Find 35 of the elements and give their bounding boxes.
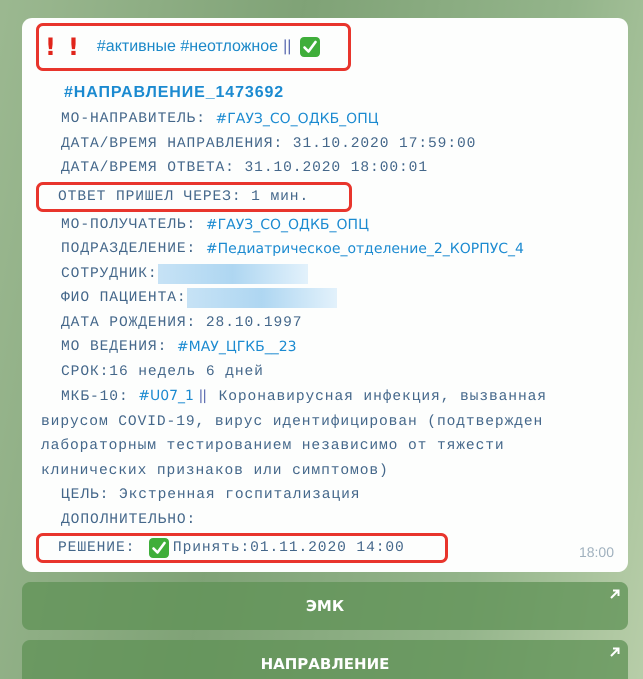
field-value: 1 мин. (251, 188, 310, 206)
hashtag-link[interactable]: #U07_1 (138, 388, 194, 404)
hashtag-link[interactable]: #МАУ_ЦГКБ__23 (176, 335, 297, 360)
field-value: 28.10.1997 (206, 314, 302, 332)
field-value: 16 недель 6 дней (109, 362, 264, 382)
field-label: ДОПОЛНИТЕЛЬНО: (61, 510, 196, 530)
field-label: ЦЕЛЬ: (61, 486, 110, 505)
field-label: ПОДРАЗДЕЛЕНИЕ: (61, 240, 198, 259)
separator: || (283, 37, 292, 57)
field-label: ФИО ПАЦИЕНТА: (61, 289, 187, 308)
field-label: ДАТА/ВРЕМЯ ОТВЕТА: (61, 159, 236, 178)
hashtag-link[interactable]: #ГАУЗ_СО_ОДКБ_ОПЦ (216, 107, 379, 132)
diagnosis-text: МКБ-10: #U07_1 || Коронавирусная инфекция, вызванная вирусом COVID-19, вирус идентифицирован (подтвержден лабораторным тестированием независимо от тяжести клинических признаков или симптомов) (41, 387, 548, 480)
field-label: МО-ПОЛУЧАТЕЛЬ: (61, 216, 198, 234)
keyboard-button[interactable]: ЭМК (22, 582, 628, 630)
alert-mark: ! (68, 32, 79, 63)
alert-mark: ! (45, 32, 56, 63)
message-time: 18:00 (578, 544, 614, 560)
field-label: ДАТА/ВРЕМЯ НАПРАВЛЕНИЯ: (61, 134, 284, 154)
hashtag-link[interactable]: #Педиатрическое_отделение_2_КОРПУС_4 (206, 237, 524, 262)
hashtag-link[interactable]: #активные #неотложное (96, 28, 278, 66)
hashtag-link[interactable]: #НАПРАВЛЕНИЕ_1473692 (64, 79, 284, 107)
field-value: 31.10.2020 18:00:01 (244, 159, 428, 178)
field-label: МО ВЕДЕНИЯ: (61, 338, 168, 357)
field-value: Экстренная госпитализация (118, 486, 360, 505)
field-value: 31.10.2020 17:59:00 (292, 134, 476, 154)
field-label: РЕШЕНИЕ: (58, 539, 136, 558)
field-label: МО-НАПРАВИТЕЛЬ: (61, 110, 207, 129)
field-label: ОТВЕТ ПРИШЕЛ ЧЕРЕЗ: (58, 188, 242, 206)
field-label: ДАТА РОЖДЕНИЯ: (61, 314, 198, 332)
field-value: Принять:01.11.2020 14:00 (172, 539, 405, 558)
hashtag-link[interactable]: #ГАУЗ_СО_ОДКБ_ОПЦ (206, 212, 369, 237)
field-label: СОТРУДНИК: (61, 264, 158, 284)
field-label: СРОК: (61, 362, 110, 382)
keyboard-button[interactable]: НАПРАВЛЕНИЕ (22, 640, 628, 679)
